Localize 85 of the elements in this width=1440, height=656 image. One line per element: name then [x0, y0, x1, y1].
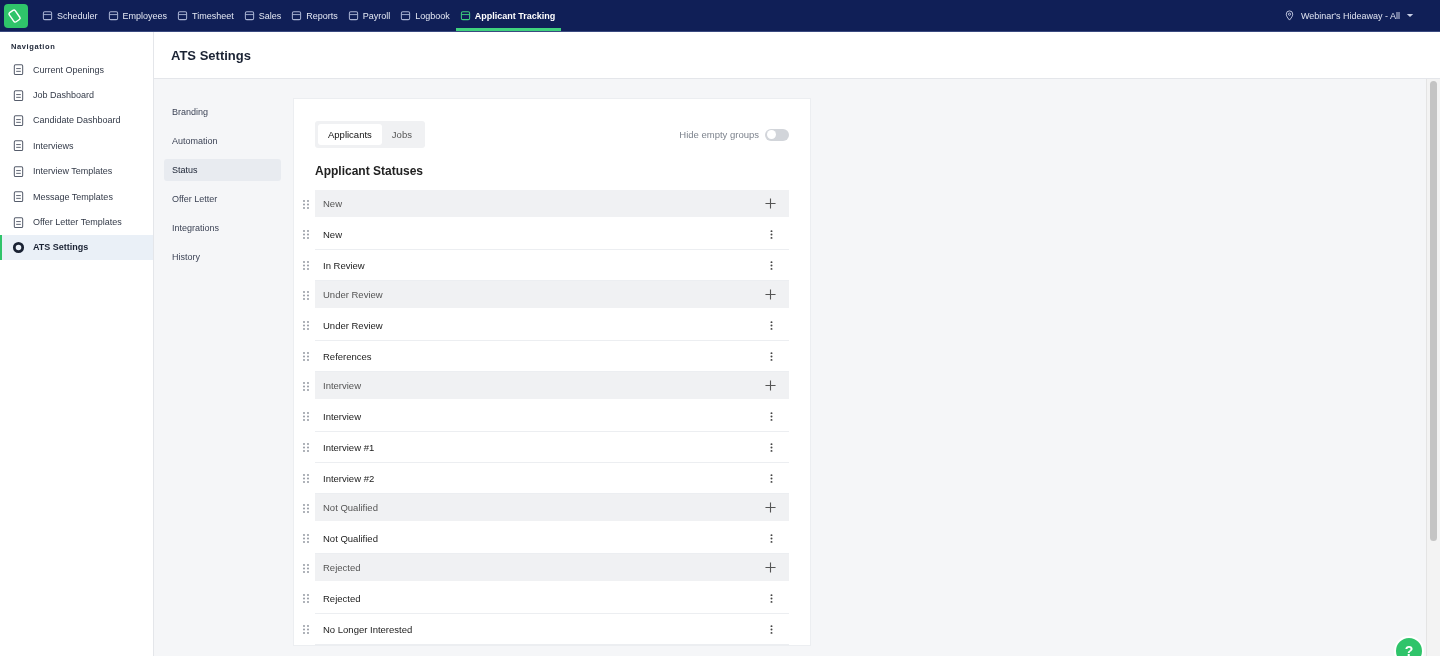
status-label: Under Review: [323, 319, 383, 331]
sidebar-item[interactable]: Job Dashboard: [0, 82, 153, 108]
drag-handle-icon[interactable]: [303, 321, 309, 330]
drag-handle-icon[interactable]: [303, 412, 309, 421]
status-label: In Review: [323, 259, 365, 271]
add-icon[interactable]: [765, 502, 776, 513]
tab[interactable]: Applicants: [318, 124, 382, 145]
sidebar-item[interactable]: Interview Templates: [0, 158, 153, 184]
page-title: ATS Settings: [171, 47, 251, 63]
toggle-label: Hide empty groups: [679, 129, 759, 140]
location-selector[interactable]: Webinar's Hideaway - All: [1277, 9, 1420, 22]
nav-icon: [400, 10, 412, 21]
more-icon[interactable]: [770, 228, 773, 240]
status-label: Rejected: [323, 592, 361, 604]
sidebar-item[interactable]: ATS Settings: [0, 234, 153, 261]
more-icon[interactable]: [770, 410, 773, 422]
settings-nav-item[interactable]: History: [164, 246, 281, 268]
scrollbar[interactable]: [1426, 79, 1440, 656]
drag-handle-icon[interactable]: [303, 443, 309, 452]
add-icon[interactable]: [765, 289, 776, 300]
status-label: Not Qualified: [323, 532, 378, 544]
more-icon[interactable]: [770, 532, 773, 544]
status-label: Interview: [323, 410, 361, 422]
group-label: Interview: [323, 380, 361, 391]
settings-nav-item[interactable]: Branding: [164, 101, 281, 123]
section-title: Applicant Statuses: [315, 164, 425, 178]
more-icon[interactable]: [770, 592, 773, 604]
more-icon[interactable]: [770, 319, 773, 331]
top-nav-link[interactable]: Sales: [239, 0, 288, 31]
settings-nav-item[interactable]: Status: [164, 159, 281, 181]
drag-handle-icon[interactable]: [303, 564, 309, 573]
top-nav-link[interactable]: Logbook: [396, 0, 456, 31]
add-icon[interactable]: [765, 562, 776, 573]
status-label: Interview #1: [323, 441, 375, 453]
more-icon[interactable]: [770, 623, 773, 635]
drag-handle-icon[interactable]: [303, 200, 309, 209]
drag-handle-icon[interactable]: [303, 504, 309, 513]
nav-icon: [459, 10, 471, 21]
top-nav-link[interactable]: Payroll: [343, 0, 397, 31]
status-label: Interview #2: [323, 472, 375, 484]
sidebar-item[interactable]: Current Openings: [0, 57, 153, 83]
sidebar-item[interactable]: Message Templates: [0, 183, 153, 210]
drag-handle-icon[interactable]: [303, 625, 309, 634]
app-logo[interactable]: [4, 3, 28, 28]
location-pin-icon: [1283, 10, 1295, 21]
drag-handle-icon[interactable]: [303, 261, 309, 270]
drag-handle-icon[interactable]: [303, 291, 309, 300]
sidebar-item[interactable]: Interviews: [0, 133, 153, 159]
drag-handle-icon[interactable]: [303, 230, 309, 239]
sidebar-item[interactable]: Candidate Dashboard: [0, 107, 153, 134]
drag-handle-icon[interactable]: [303, 382, 309, 391]
add-icon[interactable]: [765, 380, 776, 391]
sidebar-item[interactable]: Offer Letter Templates: [0, 209, 153, 235]
nav-icon: [42, 10, 53, 21]
nav-icon: [291, 10, 303, 21]
tab[interactable]: Jobs: [381, 124, 422, 145]
nav-icon: [347, 10, 359, 21]
top-nav-link[interactable]: Reports: [287, 0, 344, 31]
settings-nav-item[interactable]: Integrations: [164, 217, 281, 239]
status-label: New: [323, 228, 342, 240]
top-nav-link[interactable]: Scheduler: [38, 0, 104, 31]
group-label: Not Qualified: [323, 502, 378, 513]
more-icon[interactable]: [770, 259, 773, 271]
group-label: Rejected: [323, 562, 361, 573]
toggle-switch[interactable]: [765, 128, 789, 141]
nav-icon: [177, 10, 189, 21]
group-label: Under Review: [323, 289, 383, 300]
group-label: New: [323, 198, 342, 209]
top-nav-link[interactable]: Timesheet: [173, 0, 240, 31]
more-icon[interactable]: [770, 472, 773, 484]
more-icon[interactable]: [770, 441, 773, 453]
settings-nav-item[interactable]: Automation: [164, 130, 281, 152]
drag-handle-icon[interactable]: [303, 474, 309, 483]
top-nav-link[interactable]: Employees: [103, 0, 174, 31]
status-label: References: [323, 350, 372, 362]
drag-handle-icon[interactable]: [303, 352, 309, 361]
nav-icon: [107, 10, 119, 21]
more-icon[interactable]: [770, 350, 773, 362]
drag-handle-icon[interactable]: [303, 594, 309, 603]
add-icon[interactable]: [765, 198, 776, 209]
caret-icon: [1406, 13, 1414, 18]
nav-icon: [243, 10, 255, 21]
drag-handle-icon[interactable]: [303, 534, 309, 543]
settings-nav-item[interactable]: Offer Letter: [164, 188, 281, 210]
status-label: No Longer Interested: [323, 623, 413, 635]
